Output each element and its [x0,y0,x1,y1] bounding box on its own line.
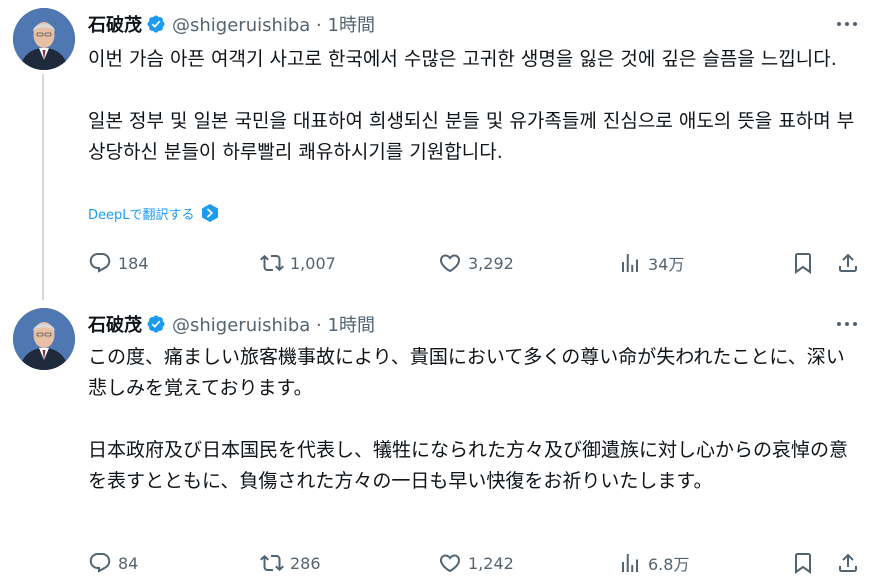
like-count: 1,242 [468,553,514,573]
repost-button[interactable]: 286 [260,548,321,578]
heart-icon [439,554,461,573]
heart-icon [439,254,461,273]
verified-badge-icon[interactable] [146,314,166,334]
avatar[interactable] [13,308,75,370]
author-handle-and-time[interactable]: @shigeruishiba · 1時間 [172,11,375,37]
deepl-icon [201,204,218,222]
tweet-paragraph: 日本政府及び日本国民を代表し、犠牲になられた方々及び御遺族に対し心からの哀悼の意… [88,439,849,492]
views-count: 6.8万 [648,555,690,574]
like-button[interactable]: 3,292 [438,248,514,278]
bookmark-button[interactable] [791,548,815,578]
more-options-icon[interactable] [834,312,860,336]
avatar-photo [13,308,75,370]
avatar[interactable] [13,8,75,70]
share-icon [839,553,857,572]
tweet-paragraph: 이번 가슴 아픈 여객기 사고로 한국에서 수많은 고귀한 생명을 잃은 것에 … [88,48,837,70]
repost-icon [260,554,284,572]
author-name[interactable]: 石破茂 [88,11,142,37]
avatar-photo [13,8,75,70]
tweet-header: 石破茂 @shigeruishiba · 1時間 [88,312,375,336]
tweet-text: この度、痛ましい旅客機事故により、貴国において多くの尊い命が失われたことに、深い… [88,342,858,497]
thread-connector-line [42,74,44,300]
author-handle-and-time[interactable]: @shigeruishiba · 1時間 [172,311,375,337]
tweet[interactable]: 石破茂 @shigeruishiba · 1時間 この度、痛ましい旅客機事故によ… [0,300,870,583]
views-button[interactable]: 6.8万 [618,548,689,578]
reply-icon [89,553,111,573]
repost-count: 286 [290,553,321,573]
like-button[interactable]: 1,242 [438,548,514,578]
tweet-actions: 184 1,007 3,292 34万 [88,248,868,278]
reply-icon [89,253,111,273]
like-count: 3,292 [468,253,514,273]
views-button[interactable]: 34万 [618,248,684,278]
verified-badge-icon[interactable] [146,14,166,34]
tweet-actions: 84 286 1,242 6.8万 [88,548,868,578]
reply-button[interactable]: 84 [88,548,138,578]
tweet-paragraph: この度、痛ましい旅客機事故により、貴国において多くの尊い命が失われたことに、深い… [88,346,845,399]
views-chart-icon [622,254,638,272]
reply-count: 184 [118,253,149,273]
translate-label[interactable]: DeepLで翻訳する [88,204,195,223]
share-button[interactable] [836,248,860,278]
repost-icon [260,254,284,272]
bookmark-icon [795,253,811,274]
more-options-icon[interactable] [834,12,860,36]
tweet[interactable]: 石破茂 @shigeruishiba · 1時間 이번 가슴 아픈 여객기 사고… [0,0,870,300]
share-icon [839,253,857,272]
views-count: 34万 [648,255,685,274]
tweet-paragraph: 일본 정부 및 일본 국민을 대표하여 희생되신 분들 및 유가족들께 진심으로… [88,110,855,163]
translate-link[interactable]: DeepLで翻訳する [88,203,220,223]
bookmark-button[interactable] [791,248,815,278]
tweet-text: 이번 가슴 아픈 여객기 사고로 한국에서 수많은 고귀한 생명을 잃은 것에 … [88,44,858,168]
repost-count: 1,007 [290,253,336,273]
bookmark-icon [795,553,811,574]
share-button[interactable] [836,548,860,578]
tweet-header: 石破茂 @shigeruishiba · 1時間 [88,12,375,36]
views-chart-icon [622,554,638,572]
author-name[interactable]: 石破茂 [88,311,142,337]
repost-button[interactable]: 1,007 [260,248,336,278]
reply-count: 84 [118,553,139,573]
reply-button[interactable]: 184 [88,248,149,278]
